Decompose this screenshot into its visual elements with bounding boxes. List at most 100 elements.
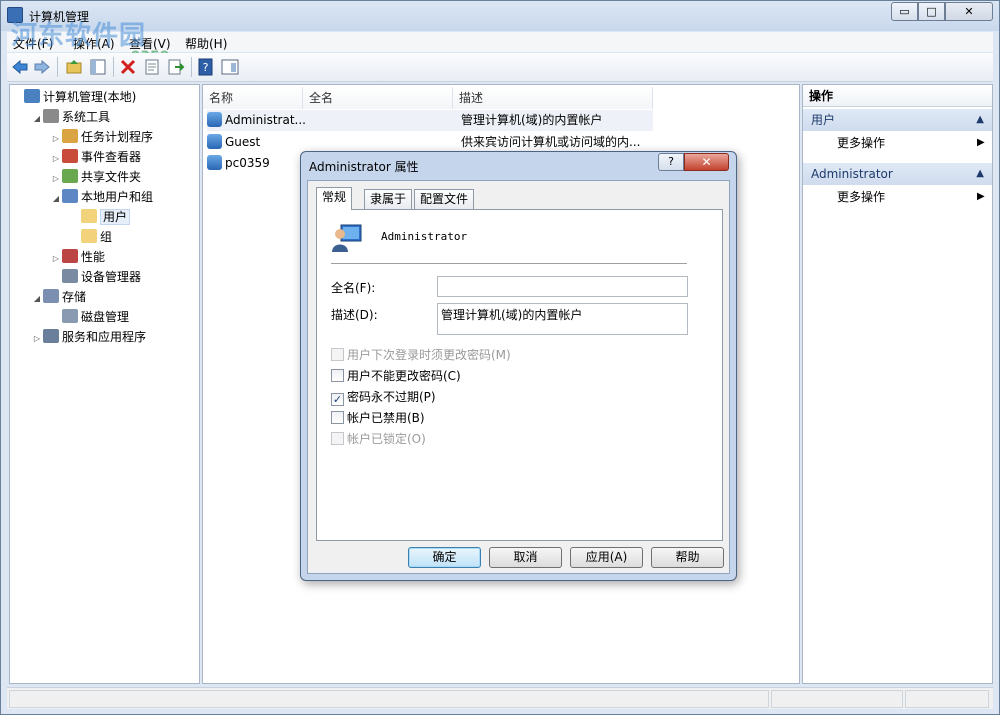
delete-icon[interactable] <box>119 58 137 76</box>
tab-member-of[interactable]: 隶属于 <box>364 189 413 209</box>
expanded-arrow-icon[interactable]: ◢ <box>31 289 43 309</box>
description-input[interactable]: 管理计算机(域)的内置帐户 <box>437 303 688 335</box>
tree-item-label: 事件查看器 <box>81 150 142 164</box>
performance-icon <box>62 249 78 263</box>
must-change-password-checkbox[interactable]: 用户下次登录时须更改密码(M) <box>331 347 511 365</box>
tree-item[interactable]: ▷ 事件查看器 <box>50 147 141 167</box>
tools-icon <box>43 109 59 123</box>
action-section-users[interactable]: 用户 ▲ <box>803 109 992 131</box>
tree-item-label: 设备管理器 <box>81 270 142 284</box>
tab-profile[interactable]: 配置文件 <box>414 189 475 209</box>
action-section-administrator[interactable]: Administrator ▲ <box>803 163 992 185</box>
show-hide-tree-icon[interactable] <box>89 58 107 76</box>
close-button[interactable]: ✕ <box>945 2 993 21</box>
tree-item[interactable]: ▷ 性能 <box>50 247 105 267</box>
users-groups-icon <box>62 189 78 203</box>
collapsed-arrow-icon[interactable]: ▷ <box>31 329 43 349</box>
export-icon[interactable] <box>167 58 185 76</box>
user-icon <box>207 112 222 127</box>
status-segment <box>9 690 769 708</box>
table-row[interactable]: Administrat... 管理计算机(域)的内置帐户 <box>207 110 653 131</box>
expanded-arrow-icon[interactable]: ◢ <box>31 109 43 129</box>
back-icon[interactable] <box>11 58 29 76</box>
status-segment <box>905 690 989 708</box>
submenu-arrow-icon: ▶ <box>977 137 985 148</box>
column-header-name[interactable]: 名称 <box>203 87 303 109</box>
collapsed-arrow-icon[interactable]: ▷ <box>50 169 62 189</box>
checkbox[interactable] <box>331 369 344 382</box>
collapsed-arrow-icon[interactable]: ▷ <box>50 249 62 269</box>
collapsed-arrow-icon[interactable]: ▷ <box>50 129 62 149</box>
title-bar: 计算机管理 ▭ □ ✕ <box>1 1 999 31</box>
expanded-arrow-icon[interactable]: ◢ <box>50 189 62 209</box>
minimize-button[interactable]: ▭ <box>891 2 918 21</box>
tree-item[interactable]: 组 <box>69 227 112 247</box>
ok-button[interactable]: 确定 <box>408 547 481 568</box>
more-actions-item[interactable]: 更多操作 ▶ <box>837 133 985 153</box>
description-label: 描述(D): <box>331 308 378 322</box>
tree-item-label: 用户 <box>100 209 131 225</box>
tree-item[interactable]: ◢ 存储 <box>31 287 86 307</box>
tree-item[interactable]: ◢ 系统工具 <box>31 107 110 127</box>
console-tree: 计算机管理(本地) ◢ 系统工具 ▷ 任务计划程序 ▷ 事件查看器 ▷ 共享文件夹 ◢ 本地用户和组… <box>9 84 200 684</box>
folder-icon <box>81 229 97 243</box>
checkmark-icon[interactable]: ✓ <box>331 393 344 406</box>
tree-item[interactable]: ◢ 本地用户和组 <box>50 187 153 207</box>
user-name: Administrator <box>381 230 468 243</box>
account-disabled-checkbox[interactable]: 帐户已禁用(B) <box>331 410 425 428</box>
maximize-button[interactable]: □ <box>918 2 945 21</box>
table-row[interactable]: Guest 供来宾访问计算机或访问域的内... <box>207 132 653 153</box>
watermark-logo: 河东软件园 <box>11 21 147 51</box>
section-title: 用户 <box>811 113 836 127</box>
divider <box>331 263 687 264</box>
tree-item[interactable]: 磁盘管理 <box>50 307 129 327</box>
checkbox-label: 帐户已锁定(O) <box>347 432 426 446</box>
more-actions-item[interactable]: 更多操作 ▶ <box>837 187 985 207</box>
checkbox-label: 密码永不过期(P) <box>347 390 436 404</box>
tree-item[interactable]: 用户 <box>69 207 131 227</box>
password-never-expires-checkbox[interactable]: ✓ 密码永不过期(P) <box>331 389 436 407</box>
tree-item-label: 计算机管理(本地) <box>43 90 137 104</box>
column-header-fullname[interactable]: 全名 <box>303 87 453 109</box>
clock-icon <box>62 129 78 143</box>
collapse-icon[interactable]: ▲ <box>976 163 984 185</box>
tree-item-label: 服务和应用程序 <box>62 330 147 344</box>
tree-item-label: 共享文件夹 <box>81 170 142 184</box>
forward-icon[interactable] <box>33 58 51 76</box>
device-manager-icon <box>62 269 78 283</box>
event-viewer-icon <box>62 149 78 163</box>
tree-item[interactable]: 计算机管理(本地) <box>12 87 136 107</box>
user-icon <box>207 155 222 170</box>
account-locked-checkbox[interactable]: 帐户已锁定(O) <box>331 431 426 449</box>
collapse-icon[interactable]: ▲ <box>976 109 984 131</box>
collapsed-arrow-icon[interactable]: ▷ <box>50 149 62 169</box>
fullname-input[interactable] <box>437 276 688 297</box>
checkbox[interactable] <box>331 348 344 361</box>
help-dialog-button[interactable]: 帮助 <box>651 547 724 568</box>
properties-icon[interactable] <box>143 58 161 76</box>
status-bar <box>7 687 993 709</box>
checkbox[interactable] <box>331 432 344 445</box>
show-action-pane-icon[interactable] <box>221 58 239 76</box>
actions-header: 操作 <box>803 85 992 107</box>
column-header-description[interactable]: 描述 <box>453 87 653 109</box>
general-tab-panel: Administrator 全名(F): 描述(D): 管理计算机(域)的内置帐… <box>316 209 723 541</box>
checkbox[interactable] <box>331 411 344 424</box>
apply-button[interactable]: 应用(A) <box>570 547 643 568</box>
folder-icon <box>81 209 97 223</box>
cannot-change-password-checkbox[interactable]: 用户不能更改密码(C) <box>331 368 461 386</box>
tree-item[interactable]: 设备管理器 <box>50 267 141 287</box>
help-button[interactable]: ? <box>658 153 684 171</box>
cancel-button[interactable]: 取消 <box>489 547 562 568</box>
up-folder-icon[interactable] <box>65 58 83 76</box>
shared-folder-icon <box>62 169 78 183</box>
checkbox-label: 用户不能更改密码(C) <box>347 369 461 383</box>
tree-item[interactable]: ▷ 任务计划程序 <box>50 127 153 147</box>
user-avatar-icon <box>332 224 362 252</box>
tree-item[interactable]: ▷ 服务和应用程序 <box>31 327 146 347</box>
tree-item[interactable]: ▷ 共享文件夹 <box>50 167 141 187</box>
tab-general[interactable]: 常规 <box>316 187 353 210</box>
action-label: 更多操作 <box>837 136 886 150</box>
dialog-close-button[interactable]: ✕ <box>684 153 729 171</box>
help-icon[interactable]: ? <box>197 58 215 76</box>
